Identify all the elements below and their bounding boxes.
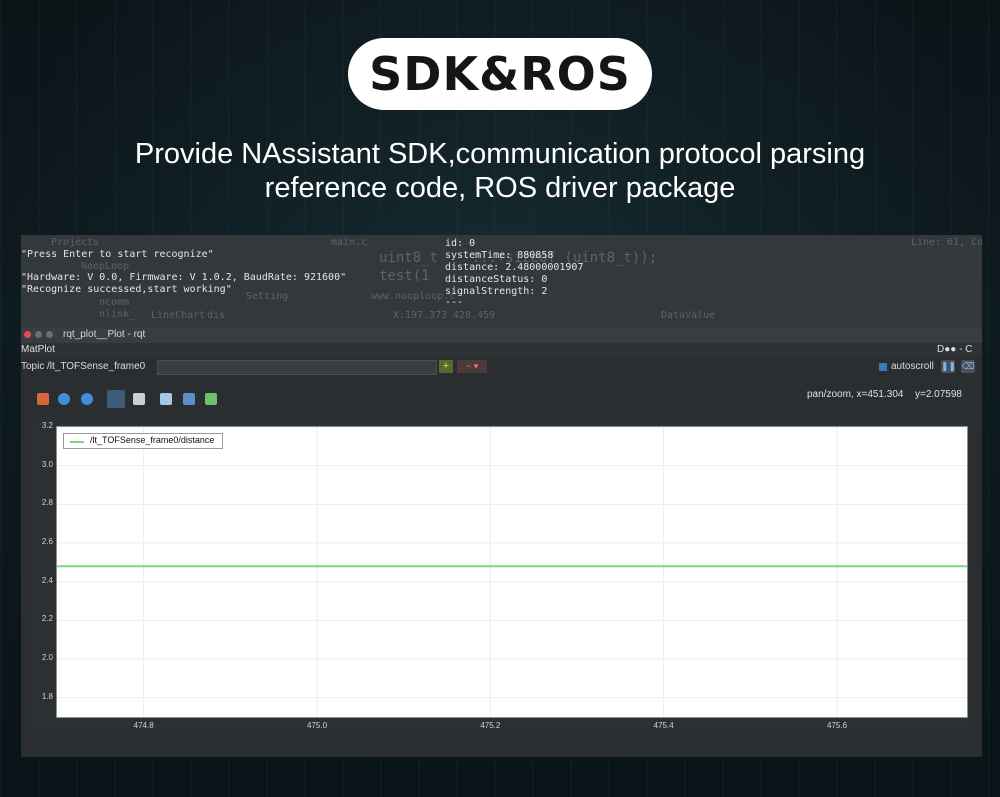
echo-line: id: 0	[445, 238, 476, 249]
x-tick-label: 475.6	[827, 721, 848, 730]
y-tick-label: 2.4	[41, 575, 53, 585]
ghost-linechart: LineChart	[151, 310, 206, 321]
forward-icon[interactable]	[81, 393, 93, 405]
edit-icon[interactable]	[205, 393, 217, 405]
ghost-nlink: nlink_	[99, 309, 136, 320]
terminal-line: "Hardware: V 0.0, Firmware: V 1.0.2, Bau…	[21, 272, 347, 283]
close-icon[interactable]	[24, 331, 31, 338]
pan-icon[interactable]	[107, 390, 125, 408]
ghost-ncomm: ncomm	[99, 297, 130, 308]
x-tick-label: 475.4	[653, 721, 674, 730]
ghost-xcoord: X:197.373	[393, 310, 448, 321]
echo-line: distanceStatus: 0	[445, 274, 548, 285]
echo-line: systemTime: 880858	[445, 250, 554, 261]
x-tick-label: 475.0	[307, 721, 328, 730]
ghost-dis: dis	[207, 310, 226, 321]
y-tick-label: 1.8	[41, 691, 53, 701]
topic-bar: Topic /lt_TOFSense_frame0 + − ▾ autoscro…	[21, 357, 982, 377]
terminal-line: "Press Enter to start recognize"	[21, 249, 214, 260]
echo-line: distance: 2.48000001907	[445, 262, 584, 273]
y-tick-label: 3.2	[41, 421, 53, 430]
home-icon[interactable]	[37, 393, 49, 405]
back-icon[interactable]	[58, 393, 70, 405]
legend-label: /lt_TOFSense_frame0/distance	[90, 435, 215, 445]
y-tick-label: 3.0	[41, 459, 53, 469]
ghost-main-tab: main.c	[331, 237, 368, 248]
autoscroll-label: autoscroll	[891, 361, 934, 372]
plot-frame: 3.2 3.0 2.8 2.6 2.4 2.2 2.0 1.8 474.8 475.0 475.2…	[25, 417, 974, 735]
pan-zoom-status: pan/zoom, x=451.304	[807, 389, 904, 400]
chart-legend: /lt_TOFSense_frame0/distance	[63, 433, 223, 449]
screenshot: Projects main.c Line: 61, Col: 18 uint8_…	[21, 235, 982, 757]
configure-icon[interactable]	[160, 393, 172, 405]
ghost-datavalue: DataValue	[661, 310, 716, 321]
autoscroll-checkbox[interactable]	[879, 363, 887, 371]
zoom-icon[interactable]	[133, 393, 145, 405]
clear-button[interactable]: ⌫	[961, 360, 975, 373]
remove-icon: −	[465, 361, 472, 371]
echo-line: ---	[445, 297, 464, 308]
remove-topic-button[interactable]: − ▾	[457, 360, 487, 373]
topic-label: Topic	[21, 361, 45, 372]
window-titlebar[interactable]: rqt_plot__Plot - rqt	[21, 327, 982, 343]
ghost-setting: Setting	[246, 291, 289, 302]
page-title: SDK&ROS	[348, 38, 652, 110]
terminal-panel: Projects main.c Line: 61, Col: 18 uint8_…	[21, 235, 982, 327]
echo-line: signalStrength: 2	[445, 286, 548, 297]
ghost-ycoord: 428.459	[453, 310, 496, 321]
topic-input-box[interactable]	[157, 360, 437, 375]
x-tick-label: 475.2	[480, 721, 501, 730]
add-topic-button[interactable]: +	[439, 360, 453, 373]
window-title: rqt_plot__Plot - rqt	[63, 329, 146, 340]
subtitle-line-2: reference code, ROS driver package	[264, 172, 736, 204]
legend-swatch	[70, 441, 84, 443]
plugin-controls[interactable]: D●● - C	[937, 344, 972, 355]
y-tick-label: 2.8	[41, 498, 53, 508]
y-tick-label: 2.2	[41, 614, 53, 624]
minimize-icon[interactable]	[35, 331, 42, 338]
ghost-code-2: test(1	[379, 268, 430, 284]
topic-input[interactable]: /lt_TOFSense_frame0	[47, 361, 145, 372]
plot-area[interactable]: /lt_TOFSense_frame0/distance	[56, 426, 968, 718]
ghost-line-col: Line: 61, Col: 18	[911, 237, 982, 248]
plugin-name: MatPlot	[21, 344, 55, 355]
y-status: y=2.07598	[915, 389, 962, 400]
plot-toolbar: pan/zoom, x=451.304 y=2.07598	[21, 377, 982, 417]
save-icon[interactable]	[183, 393, 195, 405]
terminal-line: "Recognize successed,start working"	[21, 284, 232, 295]
ghost-nooploop: NoopLoop	[81, 261, 130, 272]
x-tick-label: 474.8	[133, 721, 154, 730]
ghost-url: www.nooploop.c	[371, 291, 456, 302]
y-tick-label: 2.0	[41, 653, 53, 662]
pause-button[interactable]: ❚❚	[941, 360, 956, 373]
subtitle-line-1: Provide NAssistant SDK,communication pro…	[134, 138, 866, 170]
y-tick-label: 2.6	[41, 537, 53, 546]
maximize-icon[interactable]	[46, 331, 53, 338]
plugin-bar: MatPlot D●● - C	[21, 343, 982, 357]
ghost-projects: Projects	[51, 237, 100, 248]
line-chart	[57, 426, 967, 717]
